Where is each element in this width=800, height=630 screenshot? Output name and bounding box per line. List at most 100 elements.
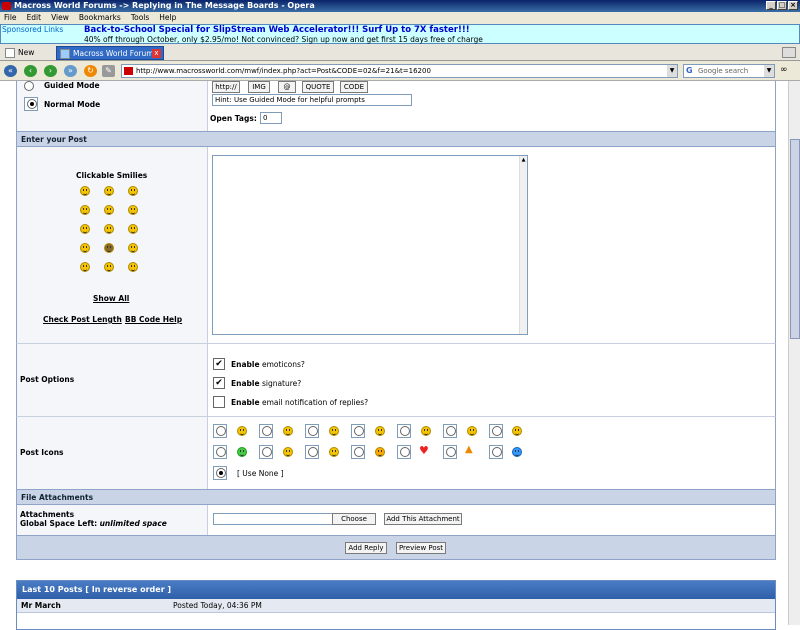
post-icon-radio[interactable] bbox=[446, 426, 456, 436]
fast-forward-icon[interactable]: » bbox=[64, 65, 77, 77]
post-icon-option[interactable] bbox=[397, 445, 411, 459]
smiley-icon[interactable] bbox=[80, 224, 90, 234]
smiley-icon[interactable] bbox=[128, 224, 138, 234]
menu-bookmarks[interactable]: Bookmarks bbox=[79, 12, 121, 24]
smiley-icon[interactable] bbox=[80, 205, 90, 215]
search-input[interactable]: G Google search ▼ bbox=[683, 64, 775, 78]
search-placeholder: Google search bbox=[698, 67, 749, 75]
post-author[interactable]: Mr March bbox=[21, 599, 61, 613]
post-icon-radio[interactable] bbox=[400, 447, 410, 457]
post-icon-option[interactable] bbox=[489, 445, 503, 459]
post-icon-radio[interactable] bbox=[308, 426, 318, 436]
page-scrollbar[interactable] bbox=[788, 81, 800, 625]
menu-help[interactable]: Help bbox=[159, 12, 176, 24]
tab-new-page[interactable]: New page bbox=[2, 46, 54, 70]
post-icon-option[interactable] bbox=[305, 424, 319, 438]
post-icon-radio[interactable] bbox=[262, 447, 272, 457]
post-icon-radio[interactable] bbox=[446, 447, 456, 457]
post-icon-option[interactable] bbox=[213, 424, 227, 438]
post-icon-option[interactable] bbox=[351, 424, 365, 438]
post-icon-radio[interactable] bbox=[262, 426, 272, 436]
attachment-file-field[interactable] bbox=[213, 513, 333, 525]
textarea-scrollbar[interactable]: ▲ bbox=[519, 156, 527, 334]
cool-smiley-icon[interactable] bbox=[104, 243, 114, 253]
normal-mode-radio[interactable] bbox=[27, 99, 37, 109]
guided-mode-radio[interactable] bbox=[24, 81, 34, 91]
quote-tag-button[interactable]: QUOTE bbox=[302, 81, 334, 93]
menu-view[interactable]: View bbox=[51, 12, 69, 24]
post-icon-radio[interactable] bbox=[400, 426, 410, 436]
smiley-icon[interactable] bbox=[80, 243, 90, 253]
post-icon-radio[interactable] bbox=[308, 447, 318, 457]
post-icon-option[interactable] bbox=[443, 445, 457, 459]
check-post-length-link[interactable]: Check Post Length bbox=[43, 315, 122, 324]
post-icon-option[interactable] bbox=[213, 445, 227, 459]
post-icon-radio[interactable] bbox=[216, 426, 226, 436]
menu-tools[interactable]: Tools bbox=[131, 12, 149, 24]
use-none-option[interactable] bbox=[213, 466, 227, 480]
add-reply-button[interactable]: Add Reply bbox=[345, 542, 387, 554]
smiley-icon[interactable] bbox=[104, 205, 114, 215]
http-tag-button[interactable]: http:// bbox=[212, 81, 240, 93]
post-icon-option[interactable] bbox=[259, 445, 273, 459]
reload-icon[interactable]: ↻ bbox=[84, 65, 97, 77]
add-attachment-button[interactable]: Add This Attachment bbox=[384, 513, 462, 525]
back-icon[interactable]: ‹ bbox=[24, 65, 37, 77]
smiley-icon[interactable] bbox=[104, 224, 114, 234]
smiley-icon[interactable] bbox=[80, 186, 90, 196]
minimize-button[interactable]: _ bbox=[766, 1, 776, 10]
scrollbar-thumb[interactable] bbox=[790, 139, 800, 339]
close-window-button[interactable]: × bbox=[788, 1, 798, 10]
rewind-icon[interactable]: « bbox=[4, 65, 17, 77]
emoticons-option: Enable emoticons? bbox=[231, 360, 305, 369]
forward-icon[interactable]: › bbox=[44, 65, 57, 77]
smiley-icon[interactable] bbox=[128, 186, 138, 196]
smiley-icon[interactable] bbox=[104, 186, 114, 196]
img-tag-button[interactable]: IMG bbox=[248, 81, 270, 93]
signature-checkbox[interactable]: ✔ bbox=[213, 377, 225, 389]
navigation-bar: « ‹ › » ↻ ✎ http://www.macrossworld.com/… bbox=[0, 61, 800, 81]
post-icon-option[interactable] bbox=[305, 445, 319, 459]
maximize-button[interactable]: □ bbox=[777, 1, 787, 10]
post-icon-option[interactable] bbox=[351, 445, 365, 459]
close-tab-icon[interactable]: x bbox=[152, 49, 161, 58]
smiley-icon[interactable] bbox=[128, 243, 138, 253]
chevron-down-icon[interactable]: ▼ bbox=[667, 65, 677, 77]
menu-edit[interactable]: Edit bbox=[27, 12, 42, 24]
smiley-icon[interactable] bbox=[104, 262, 114, 272]
post-icon-option[interactable] bbox=[397, 424, 411, 438]
post-icon-option[interactable] bbox=[489, 424, 503, 438]
chevron-down-icon[interactable]: ▼ bbox=[764, 65, 774, 77]
smiley-icon[interactable] bbox=[128, 262, 138, 272]
bb-code-help-link[interactable]: BB Code Help bbox=[125, 315, 182, 324]
trash-icon[interactable] bbox=[782, 47, 796, 58]
glasses-icon[interactable]: ∞ bbox=[780, 65, 788, 75]
email-tag-button[interactable]: @ bbox=[278, 81, 296, 93]
menu-file[interactable]: File bbox=[4, 12, 17, 24]
preview-post-button[interactable]: Preview Post bbox=[396, 542, 446, 554]
email-notify-checkbox[interactable] bbox=[213, 396, 225, 408]
sponsored-links-label[interactable]: Sponsored Links bbox=[2, 26, 80, 34]
post-icon-option[interactable] bbox=[259, 424, 273, 438]
emoticons-checkbox[interactable]: ✔ bbox=[213, 358, 225, 370]
show-all-link[interactable]: Show All bbox=[93, 294, 129, 303]
post-icon-option[interactable] bbox=[443, 424, 457, 438]
tab-macross-forums[interactable]: Macross World Forums -... x bbox=[56, 46, 164, 71]
post-icon-radio[interactable] bbox=[492, 426, 502, 436]
smiley-icon[interactable] bbox=[128, 205, 138, 215]
post-icon-radio[interactable] bbox=[354, 426, 364, 436]
normal-mode-box[interactable] bbox=[24, 97, 38, 111]
ad-headline[interactable]: Back-to-School Special for SlipStream We… bbox=[84, 25, 470, 35]
hint-field: Hint: Use Guided Mode for helpful prompt… bbox=[212, 94, 412, 106]
choose-file-button[interactable]: Choose bbox=[332, 513, 376, 525]
post-icon-radio[interactable] bbox=[354, 447, 364, 457]
code-tag-button[interactable]: CODE bbox=[340, 81, 368, 93]
smiley-icon[interactable] bbox=[80, 262, 90, 272]
use-none-radio[interactable] bbox=[216, 468, 226, 478]
post-textarea[interactable]: ▲ bbox=[212, 155, 528, 335]
file-attachments-section-header: File Attachments bbox=[16, 489, 776, 505]
address-field[interactable]: http://www.macrossworld.com/mwf/index.ph… bbox=[121, 64, 678, 78]
post-icon-radio[interactable] bbox=[492, 447, 502, 457]
edit-pen-icon[interactable]: ✎ bbox=[102, 65, 115, 77]
post-icon-radio[interactable] bbox=[216, 447, 226, 457]
